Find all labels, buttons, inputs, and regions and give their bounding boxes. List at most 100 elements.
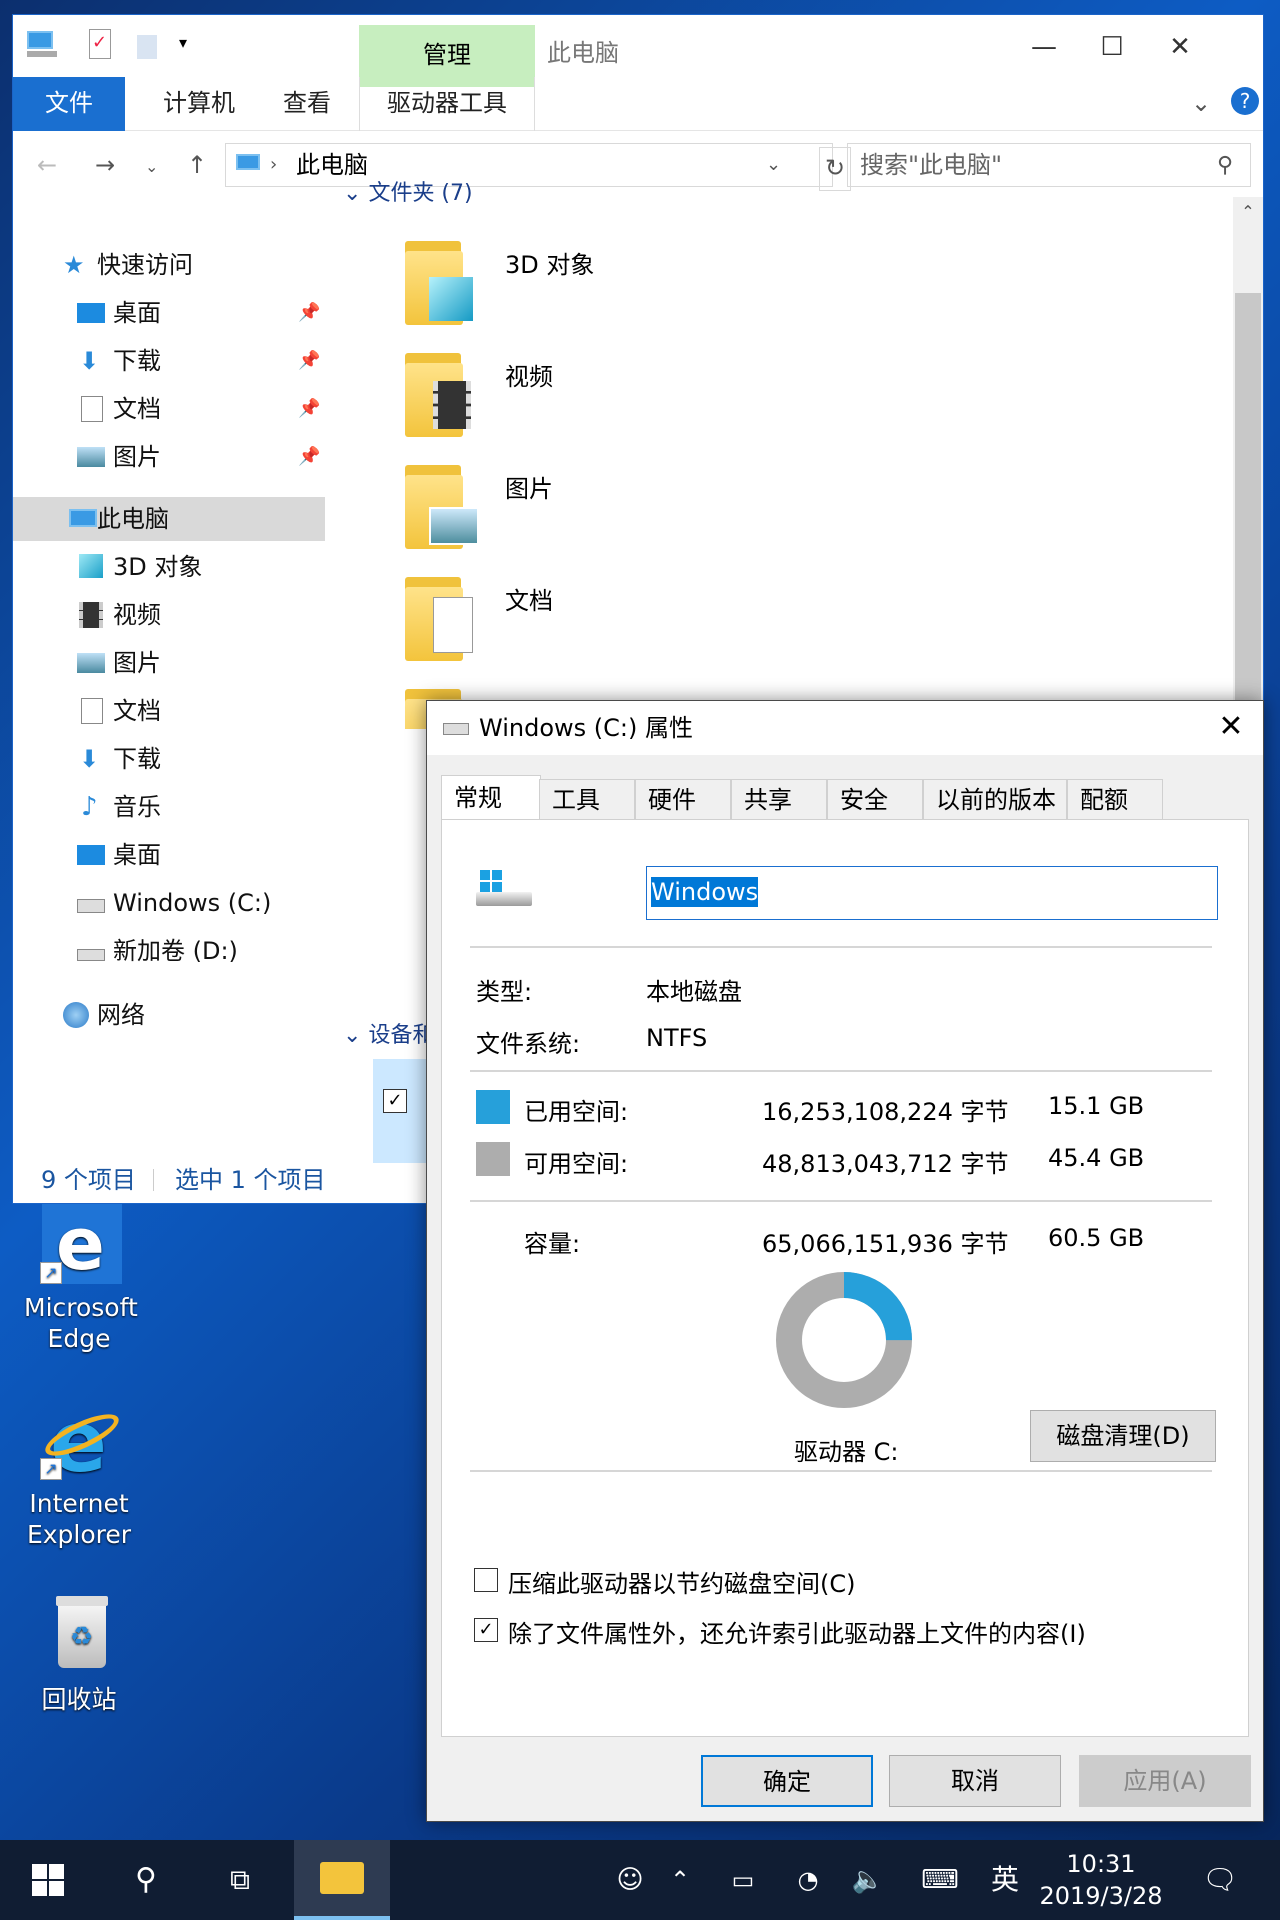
maximize-icon[interactable]: ☐ (1083, 27, 1141, 67)
tab-previous-versions[interactable]: 以前的版本 (923, 779, 1067, 821)
start-button[interactable] (0, 1840, 96, 1920)
ribbon-tabs: 文件 计算机 查看 驱动器工具 ⌄ ? (13, 77, 1263, 131)
customize-quick-access-icon[interactable]: ▾ (179, 33, 187, 67)
volume-label-input[interactable]: Windows (646, 866, 1218, 920)
tab-tools[interactable]: 工具 (539, 779, 635, 821)
properties-icon[interactable]: ✓ (89, 29, 111, 59)
compress-label: 压缩此驱动器以节约磁盘空间(C) (508, 1570, 856, 1598)
disk-cleanup-button[interactable]: 磁盘清理(D) (1030, 1410, 1216, 1462)
desktop-icon-edge[interactable]: e ↗ Microsoft Edge (24, 1200, 138, 1354)
cancel-button[interactable]: 取消 (889, 1755, 1061, 1807)
nav-label: 文档 (113, 395, 161, 423)
windows-drive-icon (77, 899, 105, 913)
folder-item[interactable]: 文档 (325, 577, 1185, 673)
nav-item-pictures[interactable]: 图片 📌 (13, 435, 325, 479)
nav-quick-access[interactable]: ★ 快速访问 (13, 243, 325, 287)
nav-item-desktop[interactable]: 桌面 📌 (13, 291, 325, 335)
section-header-devices[interactable]: ⌄ 设备和驱动器 (343, 1017, 427, 1049)
ok-button[interactable]: 确定 (701, 1755, 873, 1807)
touch-keyboard-icon[interactable]: ⌨ (910, 1840, 970, 1920)
pin-icon[interactable]: 📌 (298, 435, 320, 479)
filesystem-value: NTFS (646, 1024, 708, 1052)
new-folder-icon[interactable] (137, 35, 157, 59)
nav-item-drive-d[interactable]: 新加卷 (D:) (13, 929, 325, 973)
recent-locations-icon[interactable]: ⌄ (145, 157, 158, 176)
nav-label: 桌面 (113, 841, 161, 869)
battery-icon[interactable]: ▭ (718, 1840, 768, 1920)
scroll-up-icon[interactable]: ⌃ (1233, 197, 1263, 227)
show-hidden-icons-icon[interactable]: ⌃ (660, 1840, 700, 1920)
minimize-icon[interactable]: — (1015, 27, 1073, 67)
task-view-icon[interactable]: ⧉ (196, 1840, 284, 1920)
tab-view[interactable]: 查看 (267, 77, 347, 131)
nav-label: 桌面 (113, 299, 161, 327)
tab-hardware[interactable]: 硬件 (635, 779, 731, 821)
search-input[interactable]: 搜索"此电脑" (847, 143, 1251, 187)
nav-item-documents-pc[interactable]: 文档 (13, 689, 325, 733)
ime-indicator[interactable]: 英 (980, 1840, 1030, 1920)
tab-computer[interactable]: 计算机 (147, 77, 251, 131)
tab-sharing[interactable]: 共享 (731, 779, 827, 821)
address-dropdown-icon[interactable]: ⌄ (766, 144, 781, 186)
desktop-icon-ie[interactable]: e ↗ Internet Explorer (24, 1396, 134, 1550)
tab-file[interactable]: 文件 (13, 77, 125, 131)
ie-icon: e ↗ (36, 1396, 124, 1484)
folder-item[interactable]: 视频 (325, 353, 1185, 449)
back-icon[interactable]: ← (37, 151, 57, 179)
file-explorer-taskbar-button[interactable] (294, 1840, 390, 1920)
index-label: 除了文件属性外，还允许索引此驱动器上文件的内容(I) (508, 1620, 1086, 1648)
address-box[interactable]: › 此电脑 ⌄ (225, 143, 833, 187)
desktop-icon-label: Edge (47, 1324, 111, 1353)
nav-item-3d-objects[interactable]: 3D 对象 (13, 545, 325, 589)
free-space-bytes: 48,813,043,712 字节 (762, 1150, 1009, 1178)
compress-checkbox[interactable] (474, 1568, 498, 1592)
close-icon[interactable]: ✕ (1151, 27, 1209, 67)
tab-quota[interactable]: 配额 (1067, 779, 1163, 821)
nav-item-music[interactable]: ♪ 音乐 (13, 785, 325, 829)
help-icon[interactable]: ? (1231, 87, 1259, 115)
expand-ribbon-icon[interactable]: ⌄ (1183, 77, 1219, 131)
nav-item-downloads-pc[interactable]: ⬇ 下载 (13, 737, 325, 781)
navigation-pane: ★ 快速访问 桌面 📌 ⬇ 下载 📌 文档 📌 图片 📌 此电脑 3D 对象 视… (13, 197, 325, 1157)
search-icon[interactable]: ⚲ (106, 1840, 186, 1920)
tab-drive-tools[interactable]: 驱动器工具 (359, 77, 535, 131)
picture-icon (77, 653, 105, 673)
folder-item[interactable]: 图片 (325, 465, 1185, 561)
used-space-swatch (476, 1090, 510, 1124)
forward-icon[interactable]: → (95, 151, 115, 179)
nav-label: 网络 (97, 1001, 145, 1029)
free-space-size: 45.4 GB (1048, 1144, 1145, 1172)
nav-network[interactable]: 网络 (13, 993, 325, 1037)
nav-this-pc[interactable]: 此电脑 (13, 497, 325, 541)
divider (470, 946, 1212, 948)
nav-item-documents[interactable]: 文档 📌 (13, 387, 325, 431)
close-icon[interactable]: ✕ (1199, 701, 1263, 755)
up-icon[interactable]: ↑ (187, 151, 207, 179)
apply-button[interactable]: 应用(A) (1079, 1755, 1251, 1807)
folder-item[interactable]: 3D 对象 (325, 241, 1185, 337)
action-center-icon[interactable]: 🗨 (1180, 1840, 1260, 1920)
pin-icon[interactable]: 📌 (298, 339, 320, 383)
nav-label: 3D 对象 (113, 553, 203, 581)
desktop-icon-label: Internet (29, 1489, 129, 1518)
network-wifi-icon[interactable]: ◔ (786, 1840, 830, 1920)
nav-item-drive-c[interactable]: Windows (C:) (13, 881, 325, 925)
nav-item-downloads[interactable]: ⬇ 下载 📌 (13, 339, 325, 383)
used-space-bytes: 16,253,108,224 字节 (762, 1098, 1009, 1126)
nav-item-desktop-pc[interactable]: 桌面 (13, 833, 325, 877)
nav-item-pictures-pc[interactable]: 图片 (13, 641, 325, 685)
desktop-icon-recycle-bin[interactable]: ♻ 回收站 (24, 1592, 134, 1715)
item-checkbox[interactable]: ✓ (383, 1089, 407, 1113)
tab-security[interactable]: 安全 (827, 779, 923, 821)
section-header-folders[interactable]: ⌄ 文件夹 (7) (343, 175, 473, 205)
volume-icon[interactable]: 🔈 (846, 1840, 890, 1920)
pin-icon[interactable]: 📌 (298, 291, 320, 335)
index-checkbox[interactable]: ✓ (474, 1618, 498, 1642)
tab-general[interactable]: 常规 (441, 775, 541, 823)
nav-label: 新加卷 (D:) (113, 937, 238, 965)
people-icon[interactable]: ☺ (610, 1840, 650, 1920)
pin-icon[interactable]: 📌 (298, 387, 320, 431)
nav-item-videos[interactable]: 视频 (13, 593, 325, 637)
section-title: 设备和驱动器 (368, 1023, 427, 1048)
clock[interactable]: 10:31 2019/3/28 (1036, 1840, 1166, 1920)
